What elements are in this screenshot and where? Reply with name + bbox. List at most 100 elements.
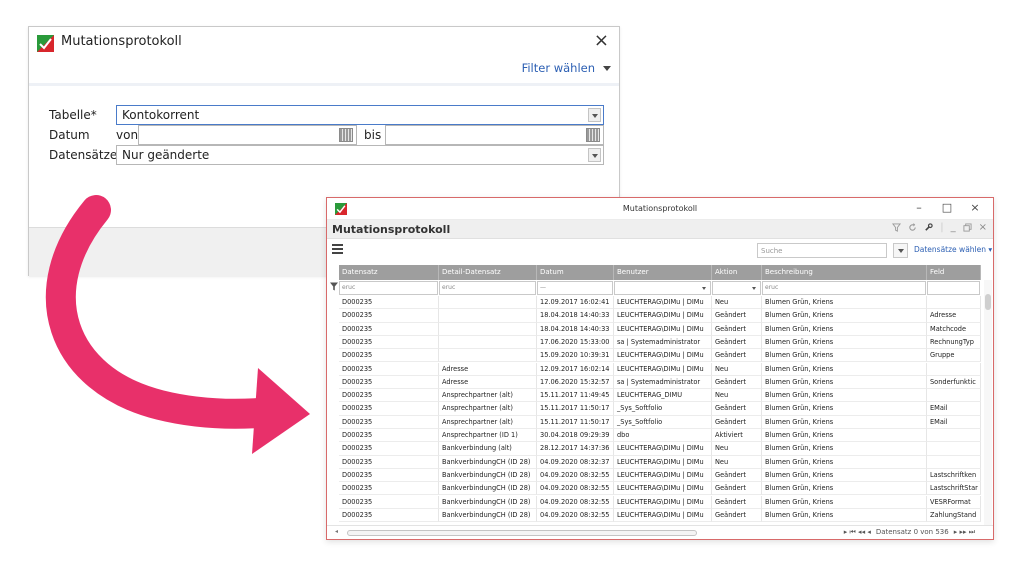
tabelle-combobox[interactable]: Kontokorrent [116, 105, 604, 125]
pager: ▸ ⏮ ◂◂ ◂ Datensatz 0 von 536 ▸ ▸▸ ⏭ [844, 528, 975, 537]
table-cell: 17.06.2020 15:33:00 [537, 335, 614, 350]
table-row[interactable]: D000235 Ansprechpartner (alt) 15.11.2017 1… [329, 402, 981, 416]
window-title: Mutationsprotokoll [622, 204, 698, 213]
table-cell: LEUCHTERAG\DIMu | DIMu [614, 362, 712, 376]
table-cell: Neu [712, 389, 762, 403]
table-cell: Geändert [712, 402, 762, 416]
table-row[interactable]: D000235 Ansprechpartner (alt) 15.11.2017 1… [329, 415, 981, 429]
filter-icon[interactable] [892, 223, 902, 232]
search-dropdown-button[interactable] [893, 243, 908, 258]
module-title: Mutationsprotokoll [332, 223, 451, 236]
pager-nav-forward[interactable]: ▸ ▸▸ ⏭ [954, 528, 975, 537]
column-header[interactable]: Beschreibung [762, 265, 927, 280]
column-filter-input[interactable]: — [537, 281, 613, 295]
filter-select-link[interactable]: Filter wählen [522, 61, 611, 75]
hamburger-menu-icon[interactable] [332, 244, 343, 254]
table-cell: Blumen Grün, Kriens [762, 455, 927, 469]
column-filter-input[interactable] [614, 281, 711, 295]
column-filter-input[interactable]: eruc [762, 281, 926, 295]
filter-row-icon[interactable] [330, 282, 338, 291]
maximize-button[interactable]: □ [935, 202, 959, 214]
table-cell: Adresse [927, 309, 981, 323]
date-to-input[interactable] [385, 125, 604, 145]
vertical-scrollbar[interactable] [984, 280, 992, 528]
search-input[interactable]: Suche [757, 243, 887, 258]
table-row[interactable]: D000235 Ansprechpartner (alt) 15.11.2017 1… [329, 389, 981, 403]
chevron-down-icon[interactable] [700, 283, 709, 293]
table-cell: VESRFormat [927, 495, 981, 509]
table-row[interactable]: D000235 BankverbindungCH (ID 28) 04.09.202… [329, 455, 981, 469]
table-cell: 15.09.2020 10:39:31 [537, 349, 614, 363]
table-row[interactable]: D000235 15.09.2020 10:39:31 LEUCHTERAG\DIM… [329, 349, 981, 363]
dialog-close-button[interactable]: × [594, 31, 609, 51]
minimize-button[interactable]: – [907, 202, 931, 214]
column-filter-input[interactable]: eruc [439, 281, 536, 295]
scrollbar-thumb[interactable] [985, 294, 991, 310]
calendar-icon[interactable] [586, 128, 600, 142]
table-cell [927, 362, 981, 376]
table-cell: LEUCHTERAG\DIMu | DIMu [614, 296, 712, 310]
column-filter-input[interactable] [712, 281, 761, 295]
table-row[interactable]: D000235 Ansprechpartner (ID 1) 30.04.2018 … [329, 429, 981, 443]
horizontal-scrollbar[interactable] [347, 530, 697, 536]
dialog-title: Mutationsprotokoll [61, 34, 182, 49]
column-header[interactable]: Feld [927, 265, 981, 280]
table-row[interactable]: D000235 BankverbindungCH (ID 28) 04.09.202… [329, 468, 981, 483]
table-row[interactable]: D000235 18.04.2018 14:40:33 LEUCHTERAG\DIM… [329, 322, 981, 336]
table-cell: LEUCHTERAG_DIMU [614, 389, 712, 403]
app-logo-icon [37, 35, 54, 52]
date-from-input[interactable] [138, 125, 357, 145]
chevron-down-icon[interactable] [588, 148, 601, 162]
column-header[interactable]: Aktion [712, 265, 762, 280]
column-filter-input[interactable]: eruc [339, 281, 438, 295]
restore-icon[interactable] [963, 223, 972, 232]
table-cell [439, 349, 537, 363]
wrench-icon[interactable] [924, 223, 933, 232]
column-header[interactable]: Benutzer [614, 265, 712, 280]
toolbar: Suche Datensätze wählen ▾ [327, 239, 993, 263]
table-cell: Adresse [439, 362, 537, 376]
table-cell: Geändert [712, 349, 762, 363]
table-row[interactable]: D000235 BankverbindungCH (ID 28) 04.09.202… [329, 508, 981, 523]
chevron-down-icon [603, 65, 611, 71]
table-cell: Ansprechpartner (alt) [439, 389, 537, 403]
column-filter-input[interactable] [927, 281, 980, 295]
table-row[interactable]: D000235 12.09.2017 16:02:41 LEUCHTERAG\DIM… [329, 296, 981, 310]
datensaetze-combobox[interactable]: Nur geänderte [116, 145, 604, 165]
table-row[interactable]: D000235 18.04.2018 14:40:33 LEUCHTERAG\DIM… [329, 309, 981, 323]
table-cell: LEUCHTERAG\DIMu | DIMu [614, 322, 712, 336]
datensaetze-waehlen-label: Datensätze wählen [914, 245, 986, 254]
mutation-log-window: Mutationsprotokoll – □ × Mutationsprotok… [326, 197, 994, 540]
window-close-button[interactable]: × [963, 202, 987, 214]
table-row[interactable]: D000235 Adresse 12.09.2017 16:02:14 LEUCHTE… [329, 362, 981, 376]
header-toolbar: | _ × [892, 222, 987, 233]
table-cell: Geändert [712, 335, 762, 350]
pager-nav-back[interactable]: ▸ ⏮ ◂◂ ◂ [844, 528, 871, 537]
table-cell: 15.11.2017 11:50:17 [537, 402, 614, 416]
refresh-icon[interactable] [908, 223, 917, 232]
table-row[interactable]: D000235 17.06.2020 15:33:00 sa | Systemadm… [329, 335, 981, 350]
minimize-icon[interactable]: _ [951, 222, 956, 233]
table-row[interactable]: D000235 Bankverbindung (alt) 28.12.2017 14… [329, 442, 981, 456]
table-cell: Lastschriftken [927, 468, 981, 483]
table-row[interactable]: D000235 BankverbindungCH (ID 28) 04.09.202… [329, 495, 981, 509]
scroll-left-icon[interactable]: ◂ [335, 528, 338, 535]
table-cell: EMail [927, 415, 981, 429]
table-cell: 04.09.2020 08:32:55 [537, 468, 614, 483]
chevron-down-icon[interactable] [588, 108, 601, 122]
table-row[interactable]: D000235 BankverbindungCH (ID 28) 04.09.202… [329, 482, 981, 496]
chevron-down-icon[interactable] [750, 283, 759, 293]
table-cell: Geändert [712, 482, 762, 496]
calendar-icon[interactable] [339, 128, 353, 142]
column-header[interactable]: Datum [537, 265, 614, 280]
von-label: von [116, 128, 139, 142]
table-cell: Blumen Grün, Kriens [762, 495, 927, 509]
table-cell: sa | Systemadministrator [614, 335, 712, 350]
datensaetze-waehlen-link[interactable]: Datensätze wählen ▾ [914, 245, 992, 254]
column-header[interactable]: Datensatz [339, 265, 439, 280]
table-cell: LEUCHTERAG\DIMu | DIMu [614, 309, 712, 323]
table-cell: D000235 [339, 442, 439, 456]
column-header[interactable]: Detail-Datensatz [439, 265, 537, 280]
table-row[interactable]: D000235 Adresse 17.06.2020 15:32:57 sa | Sy… [329, 375, 981, 390]
close-icon[interactable]: × [979, 222, 987, 233]
